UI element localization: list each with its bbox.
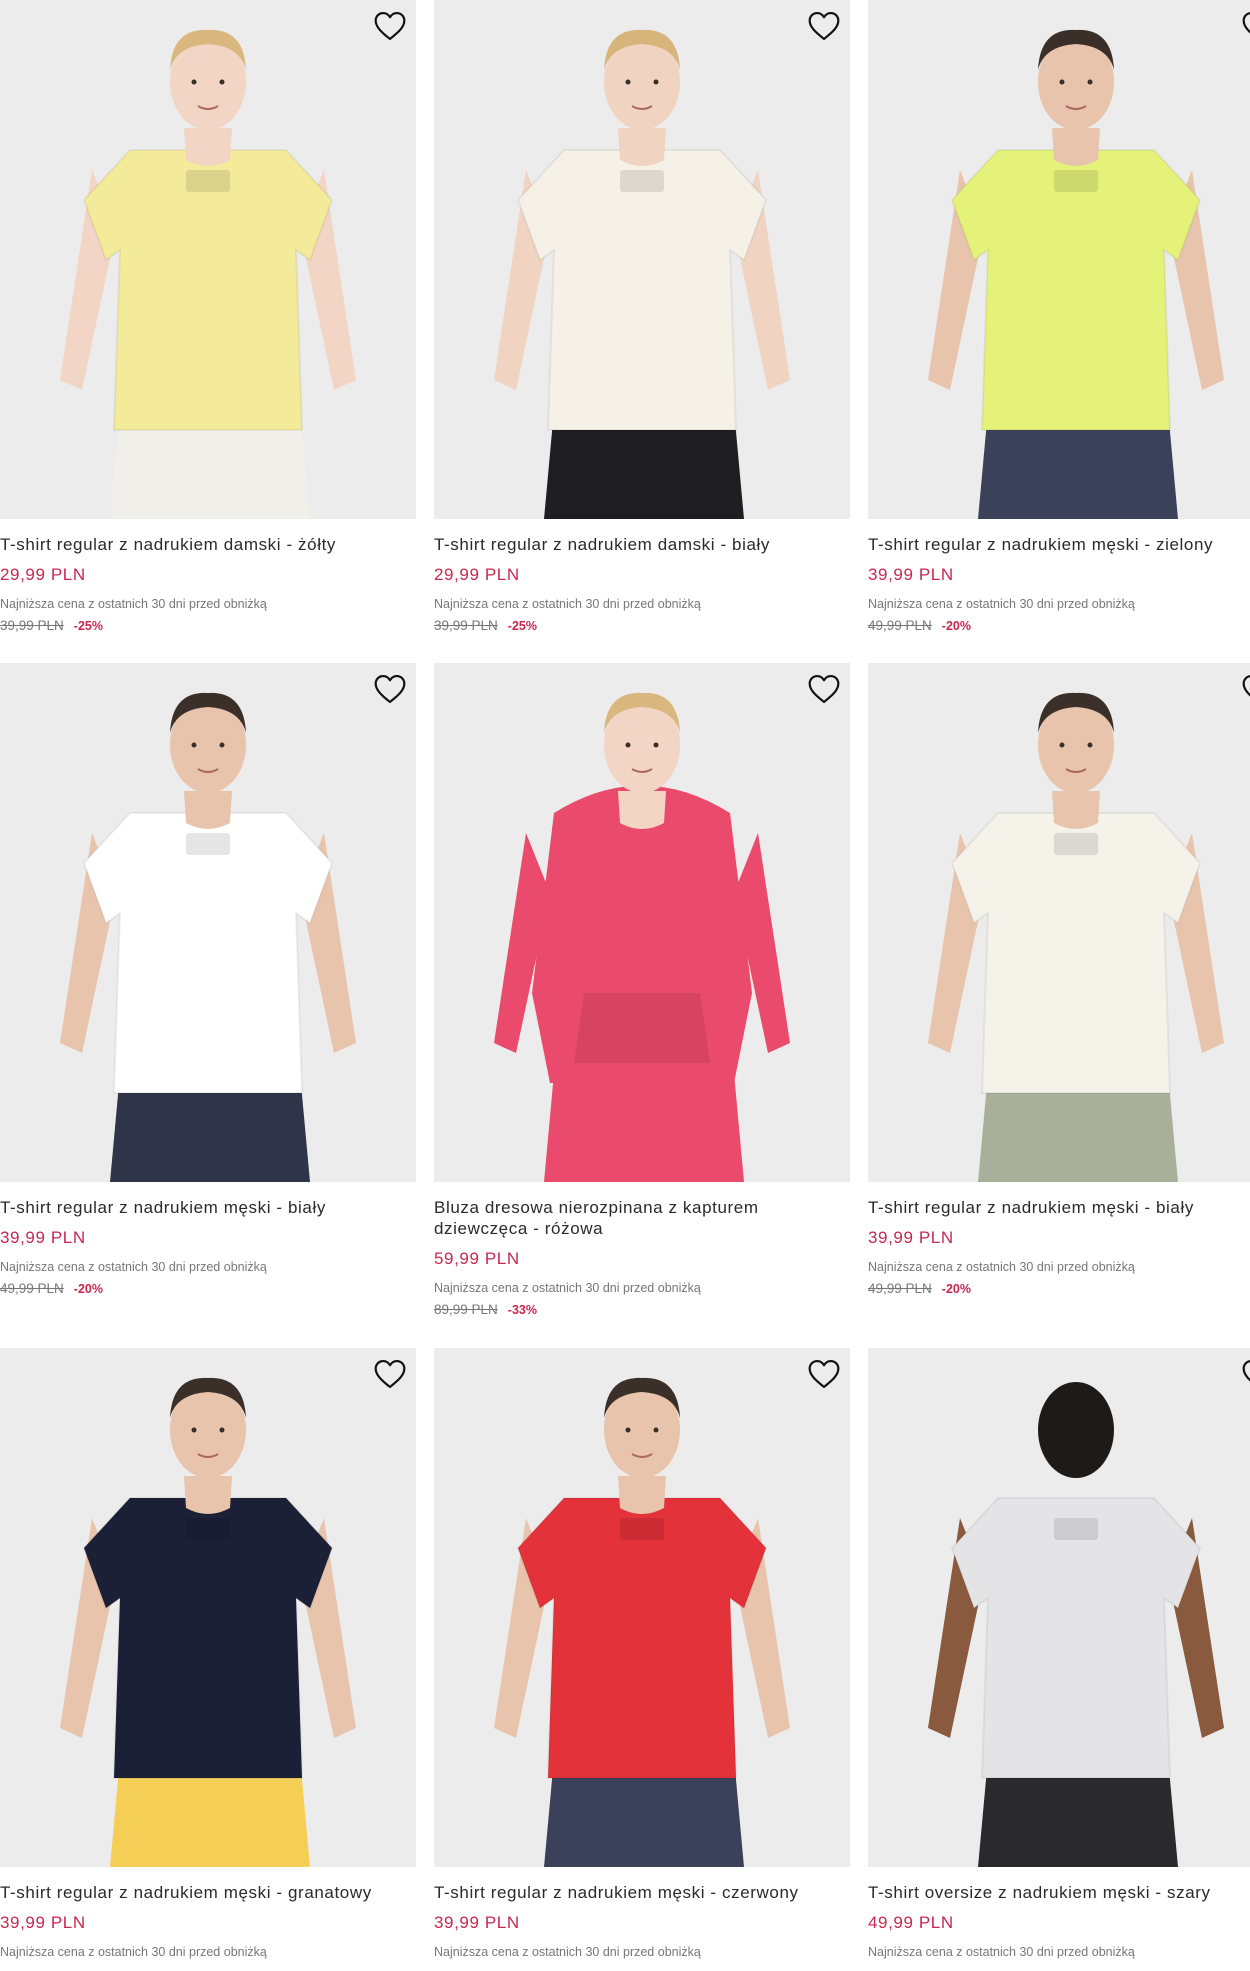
lowest-price-label: Najniższa cena z ostatnich 30 dni przed …: [868, 1260, 1135, 1274]
add-to-wishlist-button[interactable]: [1240, 10, 1250, 42]
product-price: 39,99 PLN: [868, 1228, 954, 1247]
product-photo: [434, 1348, 850, 1867]
heart-outline-icon: [1242, 675, 1250, 697]
previous-price-row: 49,99 PLN -20%: [0, 1281, 416, 1296]
old-price: 39,99 PLN: [0, 618, 64, 633]
discount-badge: -20%: [73, 1281, 103, 1296]
product-image[interactable]: [0, 1348, 416, 1867]
add-to-wishlist-button[interactable]: [806, 10, 842, 42]
product-title[interactable]: T-shirt oversize z nadrukiem męski - sza…: [868, 1882, 1250, 1903]
add-to-wishlist-button[interactable]: [1240, 1358, 1250, 1390]
product-image[interactable]: [434, 1348, 850, 1867]
add-to-wishlist-button[interactable]: [806, 1358, 842, 1390]
discount-badge: -33%: [507, 1302, 537, 1317]
previous-price-row: 49,99 PLN -20%: [868, 1281, 1250, 1296]
add-to-wishlist-button[interactable]: [372, 1358, 408, 1390]
discount-badge: -20%: [941, 618, 971, 633]
product-price: 39,99 PLN: [868, 565, 954, 584]
discount-badge: -25%: [507, 618, 537, 633]
add-to-wishlist-button[interactable]: [806, 673, 842, 705]
product-price: 29,99 PLN: [434, 565, 520, 584]
add-to-wishlist-button[interactable]: [372, 10, 408, 42]
old-price: 39,99 PLN: [434, 618, 498, 633]
product-image[interactable]: [434, 663, 850, 1182]
product-card[interactable]: Bluza dresowa nierozpinana z kapturem dz…: [434, 663, 850, 1317]
previous-price-row: 39,99 PLN -25%: [434, 618, 850, 633]
product-photo: [868, 0, 1250, 519]
product-title[interactable]: Bluza dresowa nierozpinana z kapturem dz…: [434, 1197, 844, 1239]
product-title[interactable]: T-shirt regular z nadrukiem męski - ziel…: [868, 534, 1250, 555]
product-price: 39,99 PLN: [0, 1228, 86, 1247]
product-image[interactable]: [434, 0, 850, 519]
lowest-price-label: Najniższa cena z ostatnich 30 dni przed …: [0, 597, 267, 611]
old-price: 49,99 PLN: [0, 1281, 64, 1296]
product-image[interactable]: [0, 663, 416, 1182]
previous-price-row: 49,99 PLN -20%: [868, 618, 1250, 633]
product-card[interactable]: T-shirt regular z nadrukiem damski - bia…: [434, 0, 850, 633]
product-image[interactable]: [868, 1348, 1250, 1867]
product-card[interactable]: T-shirt regular z nadrukiem damski - żół…: [0, 0, 416, 633]
product-image[interactable]: [0, 0, 416, 519]
heart-outline-icon: [374, 674, 406, 704]
product-card[interactable]: T-shirt regular z nadrukiem męski - biał…: [868, 663, 1250, 1296]
lowest-price-label: Najniższa cena z ostatnich 30 dni przed …: [434, 1281, 701, 1295]
product-photo: [868, 1348, 1250, 1867]
add-to-wishlist-button[interactable]: [372, 673, 408, 705]
previous-price-row: 89,99 PLN -33%: [434, 1302, 850, 1317]
product-price: 39,99 PLN: [0, 1913, 86, 1932]
discount-badge: -25%: [73, 618, 103, 633]
lowest-price-label: Najniższa cena z ostatnich 30 dni przed …: [0, 1260, 267, 1274]
heart-outline-icon: [1242, 12, 1250, 34]
product-title[interactable]: T-shirt regular z nadrukiem męski - biał…: [868, 1197, 1250, 1218]
product-title[interactable]: T-shirt regular z nadrukiem męski - czer…: [434, 1882, 844, 1903]
lowest-price-label: Najniższa cena z ostatnich 30 dni przed …: [868, 1945, 1135, 1959]
product-card[interactable]: T-shirt oversize z nadrukiem męski - sza…: [868, 1348, 1250, 1959]
heart-outline-icon: [808, 674, 840, 704]
old-price: 49,99 PLN: [868, 1281, 932, 1296]
product-price: 59,99 PLN: [434, 1249, 520, 1268]
add-to-wishlist-button[interactable]: [1240, 673, 1250, 705]
heart-outline-icon: [808, 11, 840, 41]
previous-price-row: 39,99 PLN -25%: [0, 618, 416, 633]
old-price: 49,99 PLN: [868, 618, 932, 633]
lowest-price-label: Najniższa cena z ostatnich 30 dni przed …: [868, 597, 1135, 611]
product-grid: T-shirt regular z nadrukiem damski - żół…: [0, 0, 1250, 1971]
product-image[interactable]: [868, 663, 1250, 1182]
product-title[interactable]: T-shirt regular z nadrukiem męski - biał…: [0, 1197, 410, 1218]
product-price: 29,99 PLN: [0, 565, 86, 584]
lowest-price-label: Najniższa cena z ostatnich 30 dni przed …: [0, 1945, 267, 1959]
product-price: 39,99 PLN: [434, 1913, 520, 1932]
product-photo: [434, 0, 850, 519]
discount-badge: -20%: [941, 1281, 971, 1296]
heart-outline-icon: [1242, 1360, 1250, 1382]
heart-outline-icon: [374, 1359, 406, 1389]
product-title[interactable]: T-shirt regular z nadrukiem męski - gran…: [0, 1882, 410, 1903]
product-title[interactable]: T-shirt regular z nadrukiem damski - bia…: [434, 534, 844, 555]
product-photo: [868, 663, 1250, 1182]
product-card[interactable]: T-shirt regular z nadrukiem męski - czer…: [434, 1348, 850, 1959]
heart-outline-icon: [808, 1359, 840, 1389]
lowest-price-label: Najniższa cena z ostatnich 30 dni przed …: [434, 1945, 701, 1959]
lowest-price-label: Najniższa cena z ostatnich 30 dni przed …: [434, 597, 701, 611]
product-photo: [0, 0, 416, 519]
old-price: 89,99 PLN: [434, 1302, 498, 1317]
product-photo: [434, 663, 850, 1182]
product-photo: [0, 1348, 416, 1867]
product-price: 49,99 PLN: [868, 1913, 954, 1932]
product-photo: [0, 663, 416, 1182]
product-card[interactable]: T-shirt regular z nadrukiem męski - gran…: [0, 1348, 416, 1959]
heart-outline-icon: [374, 11, 406, 41]
product-image[interactable]: [868, 0, 1250, 519]
product-card[interactable]: T-shirt regular z nadrukiem męski - biał…: [0, 663, 416, 1296]
product-card[interactable]: T-shirt regular z nadrukiem męski - ziel…: [868, 0, 1250, 633]
product-title[interactable]: T-shirt regular z nadrukiem damski - żół…: [0, 534, 410, 555]
